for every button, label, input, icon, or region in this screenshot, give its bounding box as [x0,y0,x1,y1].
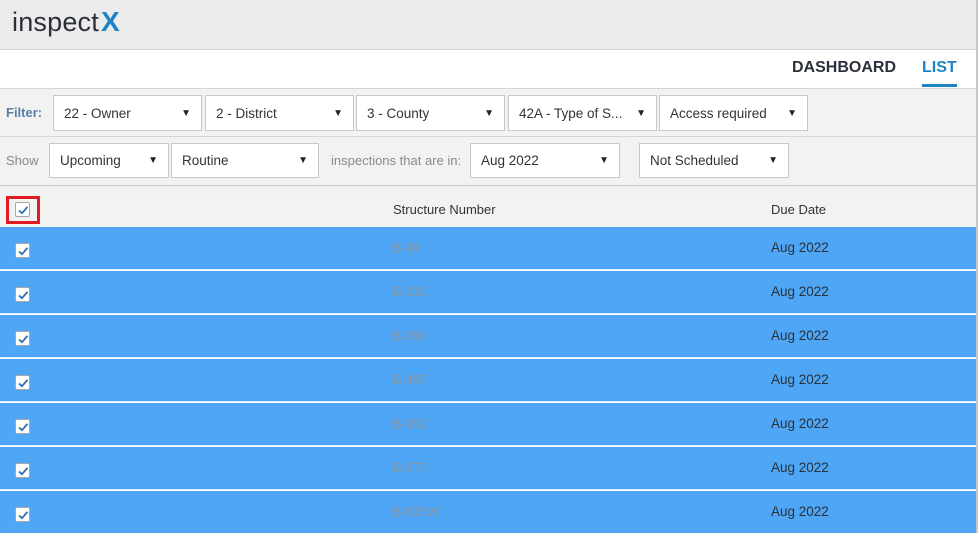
period-select[interactable]: Aug 2022 ▼ [470,143,620,178]
checkmark-icon [18,511,29,520]
table-row[interactable]: B 487 Aug 2022 [0,359,978,402]
checkmark-icon [18,206,29,215]
upcoming-select-value: Upcoming [60,153,121,168]
period-select-value: Aug 2022 [481,153,539,168]
due-date: Aug 2022 [771,460,829,475]
caret-down-icon: ▼ [484,107,494,119]
select-all-checkbox[interactable] [15,202,30,217]
upcoming-select[interactable]: Upcoming ▼ [49,143,169,178]
checkmark-icon [18,467,29,476]
column-header-due-date[interactable]: Due Date [771,202,826,217]
structure-type-select-value: 42A - Type of S... [519,105,623,121]
access-select[interactable]: Access required ▼ [659,95,808,131]
nav-bar: DASHBOARD LIST [0,49,978,89]
table-row[interactable]: B 452 Aug 2022 [0,403,978,446]
table-row[interactable]: B 232 Aug 2022 [0,271,978,314]
row-checkbox[interactable] [15,331,30,346]
structure-number: B 390 [393,328,427,343]
due-date: Aug 2022 [771,372,829,387]
district-select[interactable]: 2 - District ▼ [205,95,354,131]
logo-x-mark: X [100,6,120,37]
owner-select[interactable]: 22 - Owner ▼ [53,95,202,131]
row-checkbox[interactable] [15,243,30,258]
due-date: Aug 2022 [771,240,829,255]
routine-select-value: Routine [182,153,229,168]
structure-number: B 452 [393,416,427,431]
due-date: Aug 2022 [771,416,829,431]
show-label: Show [6,153,39,168]
row-checkbox[interactable] [15,419,30,434]
table-row[interactable]: B 49 Aug 2022 [0,227,978,270]
county-select-value: 3 - County [367,105,430,121]
caret-down-icon: ▼ [636,107,646,119]
structure-type-select[interactable]: 42A - Type of S... ▼ [508,95,657,131]
show-bar: Show Upcoming ▼ Routine ▼ inspections th… [0,137,978,186]
row-checkbox[interactable] [15,463,30,478]
schedule-select[interactable]: Not Scheduled ▼ [639,143,789,178]
checkmark-icon [18,247,29,256]
caret-down-icon: ▼ [148,155,158,166]
structure-number: B 835W [393,504,440,519]
due-date: Aug 2022 [771,504,829,519]
logo-text: inspect [12,7,99,37]
caret-down-icon: ▼ [599,155,609,166]
filter-bar: Filter: 22 - Owner ▼ 2 - District ▼ 3 - … [0,89,978,137]
app-header: inspect X [0,0,978,49]
caret-down-icon: ▼ [298,155,308,166]
due-date: Aug 2022 [771,328,829,343]
filter-label: Filter: [6,105,43,120]
district-select-value: 2 - District [216,105,277,121]
table-row[interactable]: B 835W Aug 2022 [0,491,978,533]
caret-down-icon: ▼ [181,107,191,119]
table-row[interactable]: B 577 Aug 2022 [0,447,978,490]
owner-select-value: 22 - Owner [64,105,131,121]
caret-down-icon: ▼ [787,107,797,119]
checkmark-icon [18,379,29,388]
checkmark-icon [18,423,29,432]
routine-select[interactable]: Routine ▼ [171,143,319,178]
row-checkbox[interactable] [15,507,30,522]
caret-down-icon: ▼ [333,107,343,119]
row-checkbox[interactable] [15,287,30,302]
checkmark-icon [18,291,29,300]
structure-number: B 232 [393,284,427,299]
county-select[interactable]: 3 - County ▼ [356,95,505,131]
table-header: Structure Number Due Date [0,186,978,227]
inspectx-logo[interactable]: inspect X [12,6,120,38]
tab-list[interactable]: LIST [922,59,957,87]
row-checkbox[interactable] [15,375,30,390]
caret-down-icon: ▼ [768,155,778,166]
structure-number: B 577 [393,460,427,475]
table-row[interactable]: B 390 Aug 2022 [0,315,978,358]
structure-number: B 49 [393,240,420,255]
inspections-label: inspections that are in: [331,153,462,168]
access-select-value: Access required [670,105,767,121]
column-header-structure-number[interactable]: Structure Number [393,202,496,217]
schedule-select-value: Not Scheduled [650,153,739,168]
structure-number: B 487 [393,372,427,387]
tab-dashboard[interactable]: DASHBOARD [792,59,896,77]
checkmark-icon [18,335,29,344]
due-date: Aug 2022 [771,284,829,299]
